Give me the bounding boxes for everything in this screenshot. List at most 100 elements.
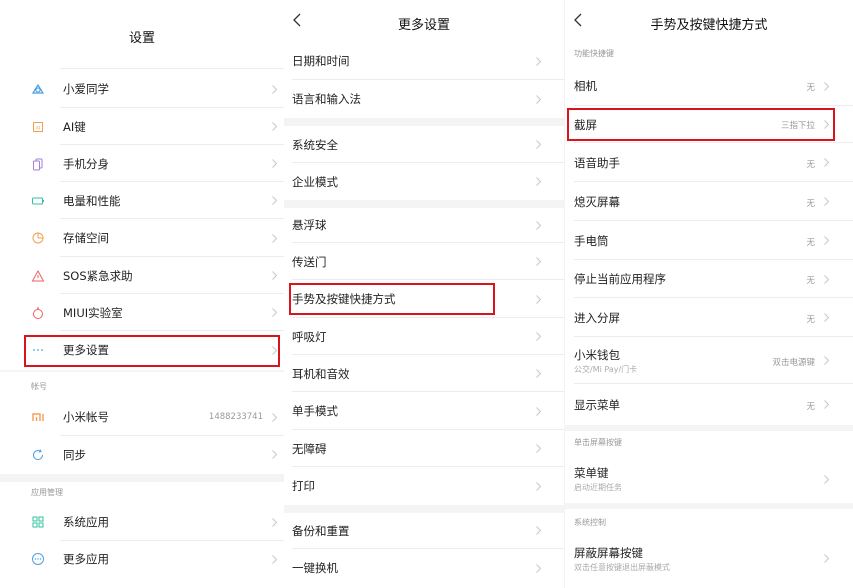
cut-off-row: [0, 42, 284, 69]
shortcut-label: 菜单键: [574, 466, 609, 480]
ai-key-icon: AI: [31, 120, 45, 134]
shortcut-sublabel: 双击任意按键退出屏蔽模式: [574, 563, 670, 572]
chevron-right-icon: [271, 195, 278, 206]
chevron-right-icon: [823, 312, 830, 323]
shortcut-item-show-menu[interactable]: 显示菜单 无: [565, 384, 853, 424]
more-item-label: 呼吸灯: [292, 330, 327, 344]
settings-item-storage[interactable]: 存储空间: [0, 219, 284, 257]
settings-panel: 设置 小爱同学 AI AI键 手机分身 电量和性能 存储空间 SOS紧急求助 M…: [0, 0, 284, 588]
settings-item-xiaoai[interactable]: 小爱同学: [0, 70, 284, 108]
storage-icon: [31, 231, 45, 245]
lab-icon: [31, 306, 45, 320]
more-item-label: 单手模式: [292, 404, 338, 418]
more-item-label: 耳机和音效: [292, 367, 350, 381]
more-item-label: 无障碍: [292, 442, 327, 456]
system-apps-label: 系统应用: [63, 515, 109, 529]
chevron-right-icon: [271, 270, 278, 281]
more-item-label: 企业模式: [292, 175, 338, 189]
more-apps-label: 更多应用: [63, 552, 109, 566]
more-item-enterprise[interactable]: 企业模式: [284, 163, 564, 200]
shortcut-sublabel: 启动近期任务: [574, 483, 622, 492]
settings-item-label: 存储空间: [63, 231, 109, 245]
chevron-right-icon: [823, 355, 830, 366]
chevron-right-icon: [535, 443, 542, 454]
chevron-right-icon: [823, 553, 830, 564]
shortcut-value: 无: [806, 199, 815, 209]
settings-item-phone-clone[interactable]: 手机分身: [0, 145, 284, 182]
settings-item-more-apps[interactable]: 更多应用: [0, 541, 284, 579]
shortcut-item-screenshot[interactable]: 截屏 三指下拉: [565, 106, 853, 143]
grid-apps-icon: [31, 515, 45, 529]
chevron-right-icon: [823, 474, 830, 485]
account-id: 1488233741: [208, 412, 263, 422]
svg-text:AI: AI: [36, 126, 40, 132]
section-header-apps: 应用管理: [31, 488, 63, 497]
section-header-single-tap: 单击屏幕按键: [574, 438, 622, 447]
shortcut-item-block-keys[interactable]: 屏蔽屏幕按键 双击任意按键退出屏蔽模式: [565, 535, 853, 583]
shortcut-value: 无: [806, 276, 815, 286]
chevron-right-icon: [823, 399, 830, 410]
shortcut-value: 无: [806, 83, 815, 93]
chevron-right-icon: [271, 84, 278, 95]
chevron-right-icon: [535, 256, 542, 267]
more-item-label: 日期和时间: [292, 54, 350, 68]
settings-item-ai-key[interactable]: AI AI键: [0, 108, 284, 145]
more-item-label: 备份和重置: [292, 524, 350, 538]
settings-item-miui-lab[interactable]: MIUI实验室: [0, 294, 284, 331]
more-item-print[interactable]: 打印: [284, 467, 564, 505]
more-item-floating-ball[interactable]: 悬浮球: [284, 207, 564, 243]
chevron-right-icon: [271, 449, 278, 460]
more-item-accessibility[interactable]: 无障碍: [284, 430, 564, 467]
shortcut-label: 熄灭屏幕: [574, 195, 620, 209]
chevron-right-icon: [535, 525, 542, 536]
more-item-backup-reset[interactable]: 备份和重置: [284, 512, 564, 549]
settings-item-more-settings[interactable]: 更多设置: [0, 331, 284, 369]
chevron-right-icon: [271, 233, 278, 244]
more-item-breathing-light[interactable]: 呼吸灯: [284, 318, 564, 355]
shortcut-value: 无: [806, 315, 815, 325]
more-item-phone-migration[interactable]: 一键换机: [284, 549, 564, 587]
settings-item-label: 电量和性能: [63, 194, 121, 208]
shortcut-item-flashlight[interactable]: 手电筒 无: [565, 221, 853, 260]
more-item-label: 传送门: [292, 255, 327, 269]
shortcut-label: 手电筒: [574, 234, 609, 248]
more-item-language[interactable]: 语言和输入法: [284, 80, 564, 118]
more-item-label: 系统安全: [292, 138, 338, 152]
chevron-right-icon: [271, 307, 278, 318]
settings-item-mi-account[interactable]: 小米帐号 1488233741: [0, 398, 284, 436]
more-item-security[interactable]: 系统安全: [284, 126, 564, 163]
shortcut-item-screen-off[interactable]: 熄灭屏幕 无: [565, 182, 853, 221]
more-item-headphones[interactable]: 耳机和音效: [284, 355, 564, 392]
section-header-system-control: 系统控制: [574, 518, 606, 527]
settings-item-sync[interactable]: 同步: [0, 436, 284, 473]
shortcut-item-split-screen[interactable]: 进入分屏 无: [565, 298, 853, 337]
chevron-right-icon: [823, 235, 830, 246]
settings-item-sos[interactable]: SOS紧急求助: [0, 257, 284, 294]
chevron-right-icon: [823, 81, 830, 92]
settings-item-label: AI键: [63, 120, 86, 134]
shortcut-sublabel: 公交/Mi Pay/门卡: [574, 365, 638, 374]
chevron-right-icon: [535, 481, 542, 492]
more-item-date-time[interactable]: 日期和时间: [284, 42, 564, 80]
shortcut-item-voice-assistant[interactable]: 语音助手 无: [565, 143, 853, 182]
page-title: 更多设置: [397, 18, 450, 33]
chevron-right-icon: [823, 119, 830, 130]
shortcut-item-stop-app[interactable]: 停止当前应用程序 无: [565, 260, 853, 298]
settings-item-system-apps[interactable]: 系统应用: [0, 503, 284, 541]
section-header-account: 帐号: [31, 382, 47, 391]
more-item-one-hand[interactable]: 单手模式: [284, 392, 564, 430]
more-item-portal[interactable]: 传送门: [284, 243, 564, 280]
shortcut-label: 进入分屏: [574, 311, 620, 325]
shortcut-item-menu-key[interactable]: 菜单键 启动近期任务: [565, 454, 853, 502]
chevron-right-icon: [535, 294, 542, 305]
page-title: 手势及按键快捷方式: [650, 18, 768, 33]
more-item-gesture-shortcuts[interactable]: 手势及按键快捷方式: [284, 280, 564, 318]
shortcut-label: 停止当前应用程序: [574, 272, 666, 286]
settings-item-battery[interactable]: 电量和性能: [0, 182, 284, 219]
battery-icon: [31, 194, 45, 208]
shortcut-item-camera[interactable]: 相机 无: [565, 66, 853, 106]
shortcut-item-mi-wallet[interactable]: 小米钱包 公交/Mi Pay/门卡 双击电源键: [565, 337, 853, 384]
chevron-right-icon: [271, 345, 278, 356]
chevron-right-icon: [271, 158, 278, 169]
shortcut-label: 小米钱包: [574, 348, 620, 362]
